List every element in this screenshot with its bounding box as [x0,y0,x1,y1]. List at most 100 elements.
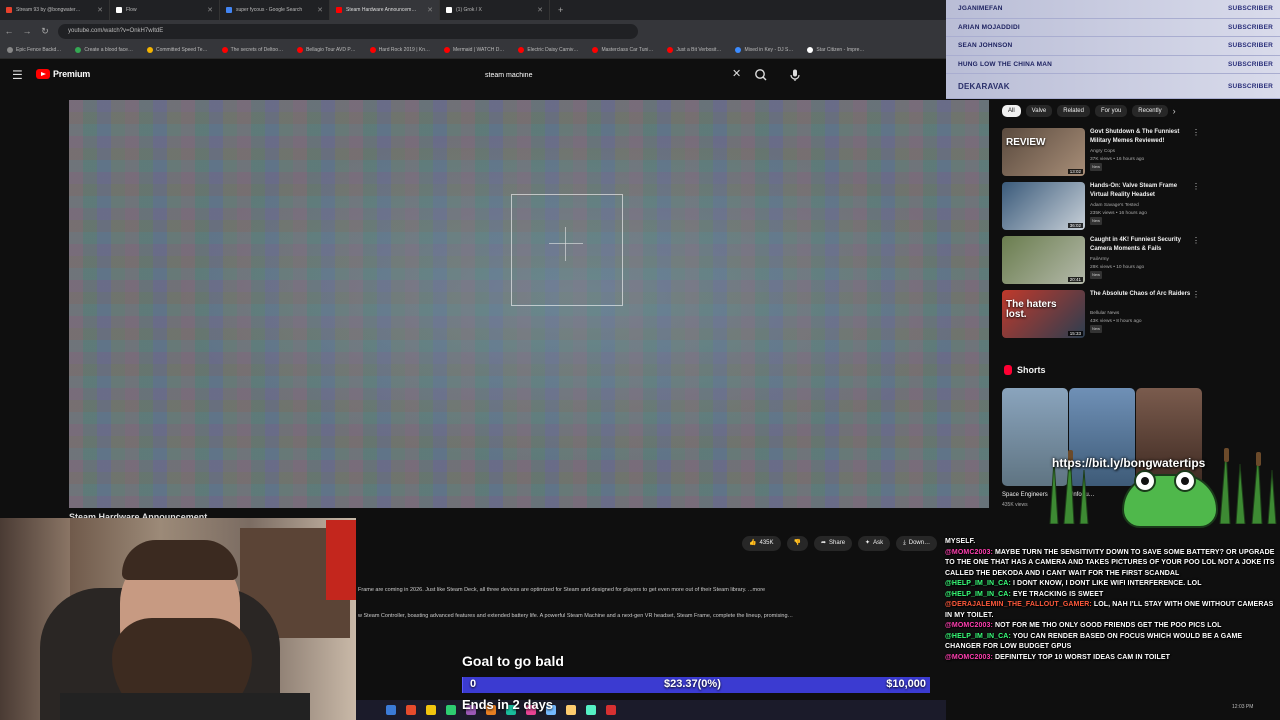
video-player[interactable] [69,100,989,508]
channel-name[interactable]: Angry Cops [1090,148,1194,156]
bookmark-label: The secrets of Deltoo… [230,47,284,53]
taskbar-app-icon[interactable] [446,705,456,715]
favicon-icon [226,7,232,13]
related-video-title[interactable]: Caught in 4K! Funniest Security Camera M… [1090,236,1194,254]
tab-label: super fycous - Google Search [236,7,303,13]
bookmark-item[interactable]: Hard Rock 2019 | Kn… [363,47,437,53]
bookmark-item[interactable]: Just a Bit Verbosit… [660,47,728,53]
description-line-1[interactable]: Frame are coming in 2026. Just like Stea… [358,587,918,593]
donation-link[interactable]: https://bit.ly/bongwatertips [1052,456,1205,470]
bookmark-item[interactable]: Create a blood face… [68,47,140,53]
chevron-right-icon[interactable]: › [1173,106,1176,116]
browser-toolbar: ← → ↻ youtube.com/watch?v=OnkH7wItdE [0,20,946,42]
filter-chip[interactable]: For you [1094,105,1128,117]
close-tab-icon[interactable]: ✕ [207,6,213,14]
related-video-card[interactable]: 36:02 Hands-On: Valve Steam Frame Virtual… [1002,182,1202,232]
bookmark-item[interactable]: The secrets of Deltoo… [215,47,291,53]
ask-button[interactable]: ✦ Ask [858,536,891,551]
video-thumbnail[interactable]: 36:02 [1002,182,1085,230]
share-button[interactable]: ➦ Share [813,536,853,551]
bookmark-item[interactable]: Mixed in Key - DJ S… [728,47,800,53]
related-video-card[interactable]: 20:41 Caught in 4K! Funniest Security Cam… [1002,236,1202,286]
filter-chip[interactable]: All [1002,105,1021,117]
browser-tab[interactable]: Stream 93 by @bongwater… ✕ [0,0,110,20]
goal-target: $10,000 [886,678,926,690]
microphone-icon[interactable] [786,66,804,84]
browser-tab[interactable]: Steam Hardware Announcem… ✕ [330,0,440,20]
related-video-title[interactable]: Govt Shutdown & The Funniest Military Me… [1090,128,1194,146]
dislike-button[interactable]: 👎 [786,536,808,551]
filter-chip[interactable]: Related [1057,105,1090,117]
chat-message: @HELP_IM_IN_CA: YOU CAN RENDER BASED ON … [945,632,1280,653]
related-video-title[interactable]: Hands-On: Valve Steam Frame Virtual Real… [1090,182,1194,200]
browser-tab[interactable]: super fycous - Google Search ✕ [220,0,330,20]
video-thumbnail[interactable]: REVIEW 13:02 [1002,128,1085,176]
clear-search-icon[interactable]: ✕ [732,67,741,80]
channel-name[interactable]: FailArmy [1090,256,1194,264]
webcam-overlay [0,518,356,720]
taskbar-app-icon[interactable] [386,705,396,715]
goal-title: Goal to go bald [462,653,564,669]
video-duration: 15:33 [1067,331,1083,336]
address-bar[interactable]: youtube.com/watch?v=OnkH7wItdE [58,23,638,39]
favicon-icon [6,7,12,13]
taskbar-app-icon[interactable] [406,705,416,715]
related-video-card[interactable]: REVIEW 13:02 Govt Shutdown & The Funniest … [1002,128,1202,178]
video-thumbnail[interactable]: 20:41 [1002,236,1085,284]
close-tab-icon[interactable]: ✕ [97,6,103,14]
goal-current: $23.37(0%) [664,678,721,690]
channel-name[interactable]: Adam Savage's Tested [1090,202,1194,210]
channel-name[interactable]: Bellular News [1090,310,1194,318]
more-options-icon[interactable]: ⋮ [1192,236,1200,245]
bookmark-item[interactable]: Epic Fence Backd… [0,47,68,53]
bookmark-favicon-icon [7,47,13,53]
hamburger-menu-icon[interactable]: ☰ [12,68,23,82]
close-tab-icon[interactable]: ✕ [537,6,543,14]
bookmark-item[interactable]: Mermaid | WATCH D… [437,47,511,53]
views-and-age: 37K views • 16 hours ago [1090,156,1145,162]
download-button[interactable]: ⤓ Down… [896,536,938,551]
bookmark-label: Committed Speed Te… [155,47,208,53]
like-button[interactable]: 👍 435K [742,536,781,551]
search-icon[interactable] [752,66,770,84]
taskbar-app-icon[interactable] [426,705,436,715]
chat-message: @HELP_IM_IN_CA: I DONT KNOW, I DONT LIKE… [945,579,1280,590]
bookmark-item[interactable]: Star Citizen - Impre… [800,47,871,53]
thumbnail-text: The haters lost. [1006,299,1057,320]
bookmark-item[interactable]: Masterclass Car Tuni… [585,47,660,53]
bookmark-item[interactable]: Committed Speed Te… [140,47,215,53]
favicon-icon [446,7,452,13]
forward-icon[interactable]: → [18,26,36,36]
subscriber-name: ARIAN MOJADDIDI [958,23,1020,31]
filter-chip[interactable]: Valve [1025,105,1053,117]
more-options-icon[interactable]: ⋮ [1192,290,1200,299]
more-options-icon[interactable]: ⋮ [1192,128,1200,137]
bookmark-item[interactable]: Bellagio Tour AVD P… [290,47,363,53]
back-icon[interactable]: ← [0,26,18,36]
new-tab-icon[interactable]: + [550,5,571,15]
bookmarks-bar: Epic Fence Backd… Create a blood face… Com… [0,42,946,59]
tab-label: (1) Grok / X [456,7,482,13]
close-tab-icon[interactable]: ✕ [317,6,323,14]
subscriber-list-overlay: JGANIMEFAN SUBSCRIBER ARIAN MOJADDIDI SUBSC… [946,0,1280,100]
video-thumbnail[interactable]: The haters lost. 15:33 [1002,290,1085,338]
close-tab-icon[interactable]: ✕ [427,6,433,14]
browser-tab[interactable]: Flow ✕ [110,0,220,20]
search-input[interactable] [476,70,727,80]
bookmark-label: Just a Bit Verbosit… [676,47,722,53]
related-video-title[interactable]: The Absolute Chaos of Arc Raiders [1090,290,1194,299]
browser-tab[interactable]: (1) Grok / X ✕ [440,0,550,20]
chat-message: @MOMC2003: NOT FOR ME THO ONLY GOOD FRIE… [945,621,1280,632]
subscriber-tag: SUBSCRIBER [1228,61,1273,69]
goal-widget: Goal to go bald 0 $23.37(0%) $10,000 End… [462,653,930,712]
more-options-icon[interactable]: ⋮ [1192,182,1200,191]
bookmark-item[interactable]: Electric Daisy Carniv… [511,47,585,53]
youtube-logo[interactable]: Premium [36,69,90,79]
related-video-card[interactable]: The haters lost. 15:33 The Absolute Chaos … [1002,290,1202,340]
chat-username: @MOMC2003: [945,548,993,556]
filter-chip[interactable]: Recently [1132,105,1168,117]
subscriber-name: HUNG LOW THE CHINA MAN [958,61,1053,69]
reload-icon[interactable]: ↻ [36,26,54,37]
chat-text: I DONT KNOW, I DONT LIKE WIFI INTERFEREN… [1012,580,1202,587]
logo-text: Premium [53,69,91,79]
